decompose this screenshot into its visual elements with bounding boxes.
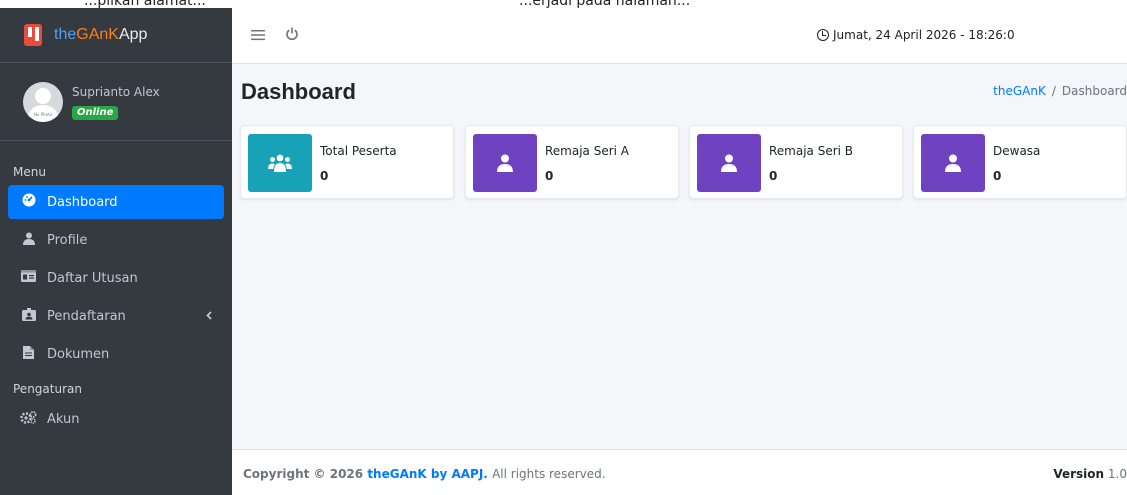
sidebar-item-label: Pendaftaran [47, 308, 126, 324]
users-icon [248, 134, 312, 192]
status-badge: Online [72, 105, 119, 120]
tooltip-text-left: ...pilkan alamat... [84, 0, 206, 8]
user-name[interactable]: Suprianto Alex [72, 84, 160, 100]
brand-text: theGAnKApp [54, 26, 148, 43]
card-label: Dewasa [993, 144, 1041, 158]
footer-brand-link[interactable]: theGAnK by AAPJ. [367, 467, 488, 481]
copyright: Copyright © 2026 theGAnK by AAPJ. All ri… [243, 467, 606, 481]
datetime-text: Jumat, 24 April 2026 - 18:26:0 [833, 28, 1015, 42]
id-badge-icon [20, 307, 37, 325]
sidebar-nav: Menu Dashboard Profile Daftar Utusan Pen… [0, 141, 232, 436]
sidebar-item-label: Dashboard [47, 194, 118, 210]
chevron-left-icon [206, 309, 212, 323]
sidebar-item-profile[interactable]: Profile [8, 223, 224, 257]
sidebar-item-pendaftaran[interactable]: Pendaftaran [8, 299, 224, 333]
footer: Copyright © 2026 theGAnK by AAPJ. All ri… [232, 449, 1127, 495]
sidebar-item-akun[interactable]: Akun [8, 402, 224, 436]
tooltip-text-right: ...erjadi pada halaman... [519, 0, 691, 8]
browser-tooltip-strip: ...pilkan alamat... ...erjadi pada halam… [0, 0, 1127, 8]
card-value: 0 [769, 169, 778, 183]
breadcrumb-link[interactable]: theGAnK [993, 84, 1046, 98]
brand-link[interactable]: theGAnKApp [0, 8, 232, 63]
breadcrumb-separator: / [1051, 84, 1056, 98]
card-label: Remaja Seri B [769, 144, 854, 158]
hamburger-menu-icon[interactable] [247, 26, 269, 45]
sidebar-item-dokumen[interactable]: Dokumen [8, 337, 224, 371]
card-value: 0 [993, 169, 1002, 183]
info-card-total-peserta[interactable]: Total Peserta 0 [240, 125, 454, 199]
sidebar-item-dashboard[interactable]: Dashboard [8, 185, 224, 219]
page: ...pilkan alamat... ...erjadi pada halam… [0, 0, 1127, 495]
user-icon [697, 134, 761, 192]
user-icon [921, 134, 985, 192]
id-card-icon [20, 270, 37, 286]
info-card-remaja-seri-a[interactable]: Remaja Seri A 0 [465, 125, 679, 199]
content-header: Dashboard theGAnK / Dashboard [232, 64, 1127, 120]
user-icon [473, 134, 537, 192]
brand-logo-icon [24, 24, 42, 46]
info-card-dewasa[interactable]: Dewasa 0 [913, 125, 1127, 199]
avatar[interactable]: No Photo [23, 81, 63, 122]
tachometer-icon [20, 193, 37, 211]
page-title: Dashboard [241, 79, 356, 104]
card-value: 0 [320, 169, 329, 183]
card-label: Remaja Seri A [545, 144, 630, 158]
avatar-caption: No Photo [33, 111, 53, 117]
user-icon [20, 232, 37, 249]
user-panel: No Photo Suprianto Alex Online [0, 63, 232, 141]
cogs-icon [20, 410, 37, 428]
file-icon [20, 345, 37, 363]
sidebar-item-label: Profile [47, 232, 88, 248]
card-label: Total Peserta [320, 144, 397, 158]
sidebar: theGAnKApp No Photo Suprianto Alex Onlin… [0, 8, 232, 495]
sidebar-item-daftar-utusan[interactable]: Daftar Utusan [8, 261, 224, 295]
top-navbar: Jumat, 24 April 2026 - 18:26:0 [232, 8, 1127, 64]
datetime-display: Jumat, 24 April 2026 - 18:26:0 [817, 28, 1127, 42]
sidebar-item-label: Dokumen [47, 346, 110, 362]
info-card-remaja-seri-b[interactable]: Remaja Seri B 0 [689, 125, 903, 199]
version-info: Version 1.0 [1053, 467, 1127, 481]
breadcrumb: theGAnK / Dashboard [993, 84, 1127, 98]
sidebar-item-label: Akun [47, 411, 80, 427]
info-cards: Total Peserta 0 Remaja Seri A 0 Remaja S… [240, 125, 1127, 199]
power-icon[interactable] [281, 26, 303, 45]
nav-header-pengaturan: Pengaturan [13, 382, 82, 396]
clock-icon [817, 29, 829, 41]
nav-header-menu: Menu [13, 165, 46, 179]
card-value: 0 [545, 169, 554, 183]
sidebar-item-label: Daftar Utusan [47, 270, 138, 286]
breadcrumb-current: Dashboard [1061, 84, 1127, 98]
